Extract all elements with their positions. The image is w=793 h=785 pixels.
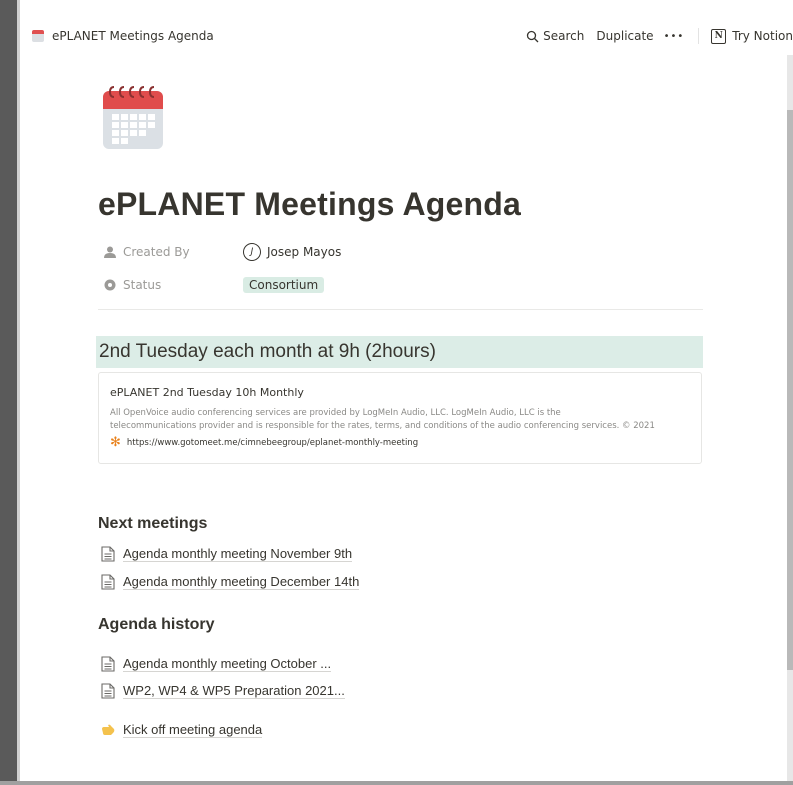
meeting-bookmark[interactable]: ePLANET 2nd Tuesday 10h Monthly All Open… (98, 372, 702, 464)
more-icon: ••• (663, 30, 685, 42)
try-notion-label: Try Notion (732, 29, 793, 43)
bookmark-description-line: All OpenVoice audio conferencing service… (110, 408, 561, 418)
avatar: J (243, 243, 261, 261)
window-edge (0, 0, 20, 785)
duplicate-button[interactable]: Duplicate (596, 29, 653, 43)
bookmark-title: ePLANET 2nd Tuesday 10h Monthly (110, 386, 304, 399)
page-title[interactable]: ePLANET Meetings Agenda (98, 186, 521, 223)
agenda-history-heading[interactable]: Agenda history (98, 616, 214, 634)
bookmark-description: All OpenVoice audio conferencing service… (110, 407, 689, 433)
schedule-heading-text: 2nd Tuesday each month at 9h (2hours) (99, 341, 436, 362)
search-icon (527, 30, 539, 42)
document-icon (101, 546, 115, 562)
page-link[interactable]: Kick off meeting agenda (101, 719, 263, 741)
property-label: Created By (123, 245, 190, 259)
page-link[interactable]: Agenda monthly meeting October ... (101, 653, 332, 675)
page-link[interactable]: Agenda monthly meeting December 14th (101, 571, 360, 593)
pointing-hand-icon (102, 724, 115, 735)
status-badge: Consortium (243, 277, 325, 293)
gotomeeting-icon: ✻ (110, 435, 121, 450)
window-bottom-edge (0, 781, 793, 785)
scrollbar-thumb[interactable] (787, 110, 793, 670)
document-icon (101, 683, 115, 699)
page-link-label: Agenda monthly meeting December 14th (123, 574, 360, 590)
search-label: Search (543, 29, 585, 43)
calendar-icon[interactable] (102, 83, 164, 151)
page-link-label: WP2, WP4 & WP5 Preparation 2021... (123, 683, 345, 699)
calendar-icon (32, 30, 44, 42)
person-icon (103, 246, 117, 258)
document-icon (101, 574, 115, 590)
notion-page-window: ePLANET Meetings Agenda Search Duplicate… (0, 0, 793, 785)
divider (98, 309, 703, 310)
property-created-by[interactable]: Created By J Josep Mayos (103, 242, 341, 262)
page-link[interactable]: Agenda monthly meeting November 9th (101, 543, 353, 565)
property-status[interactable]: Status Consortium (103, 275, 325, 295)
property-label: Status (123, 278, 162, 292)
page-link-label: Agenda monthly meeting October ... (123, 656, 332, 672)
duplicate-label: Duplicate (596, 29, 654, 43)
bookmark-url: https://www.gotomeet.me/cimnebeegroup/ep… (126, 438, 419, 448)
property-value: Josep Mayos (267, 245, 342, 259)
next-meetings-heading[interactable]: Next meetings (98, 515, 207, 533)
more-options-button[interactable]: ••• (664, 31, 685, 42)
notion-logo-icon: N (711, 28, 727, 44)
document-icon (101, 656, 115, 672)
bookmark-link[interactable]: ✻ https://www.gotomeet.me/cimnebeegroup/… (110, 435, 689, 450)
topbar-separator (698, 28, 700, 44)
try-notion-button[interactable]: N Try Notion (711, 28, 793, 44)
page-link-label: Kick off meeting agenda (123, 722, 263, 738)
search-button[interactable]: Search (526, 29, 584, 43)
schedule-heading[interactable]: 2nd Tuesday each month at 9h (2hours) (96, 336, 703, 368)
page-link-label: Agenda monthly meeting November 9th (123, 546, 353, 562)
breadcrumb[interactable]: ePLANET Meetings Agenda (52, 29, 214, 43)
topbar: ePLANET Meetings Agenda Search Duplicate… (20, 20, 793, 52)
bookmark-description-line: telecommunications provider and is respo… (110, 421, 655, 431)
status-icon (103, 279, 117, 291)
page-link[interactable]: WP2, WP4 & WP5 Preparation 2021... (101, 680, 345, 702)
